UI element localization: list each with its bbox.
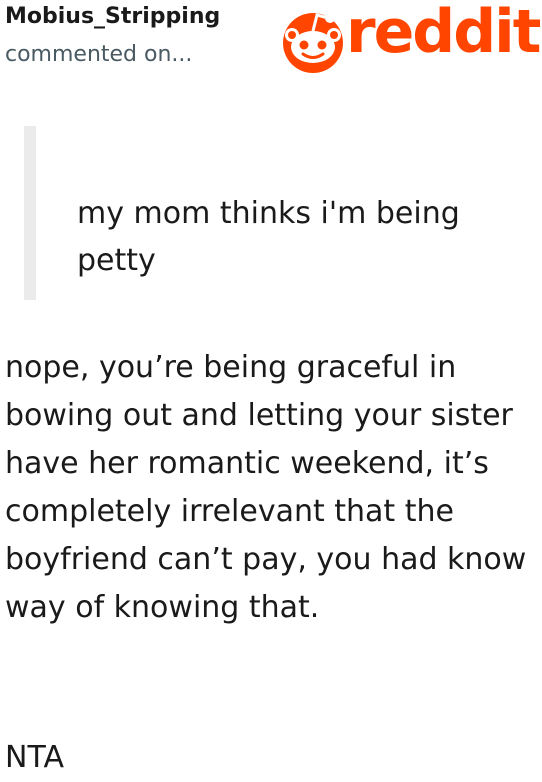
quote-text: my mom thinks i'm being petty (77, 196, 460, 278)
comment-body: nope, you’re being graceful in bowing ou… (5, 350, 527, 625)
comment-header: Mobius_Stripping commented on... reddit (0, 0, 542, 80)
commented-on-label: commented on... (5, 42, 193, 67)
comment-verdict: NTA (5, 740, 64, 775)
reddit-snoo-icon (283, 13, 343, 73)
reddit-logo: reddit (278, 0, 541, 73)
quote-bar (24, 126, 36, 300)
quoted-text-block: my mom thinks i'm being petty (24, 126, 514, 300)
reddit-wordmark: reddit (346, 0, 541, 67)
username[interactable]: Mobius_Stripping (5, 4, 220, 29)
